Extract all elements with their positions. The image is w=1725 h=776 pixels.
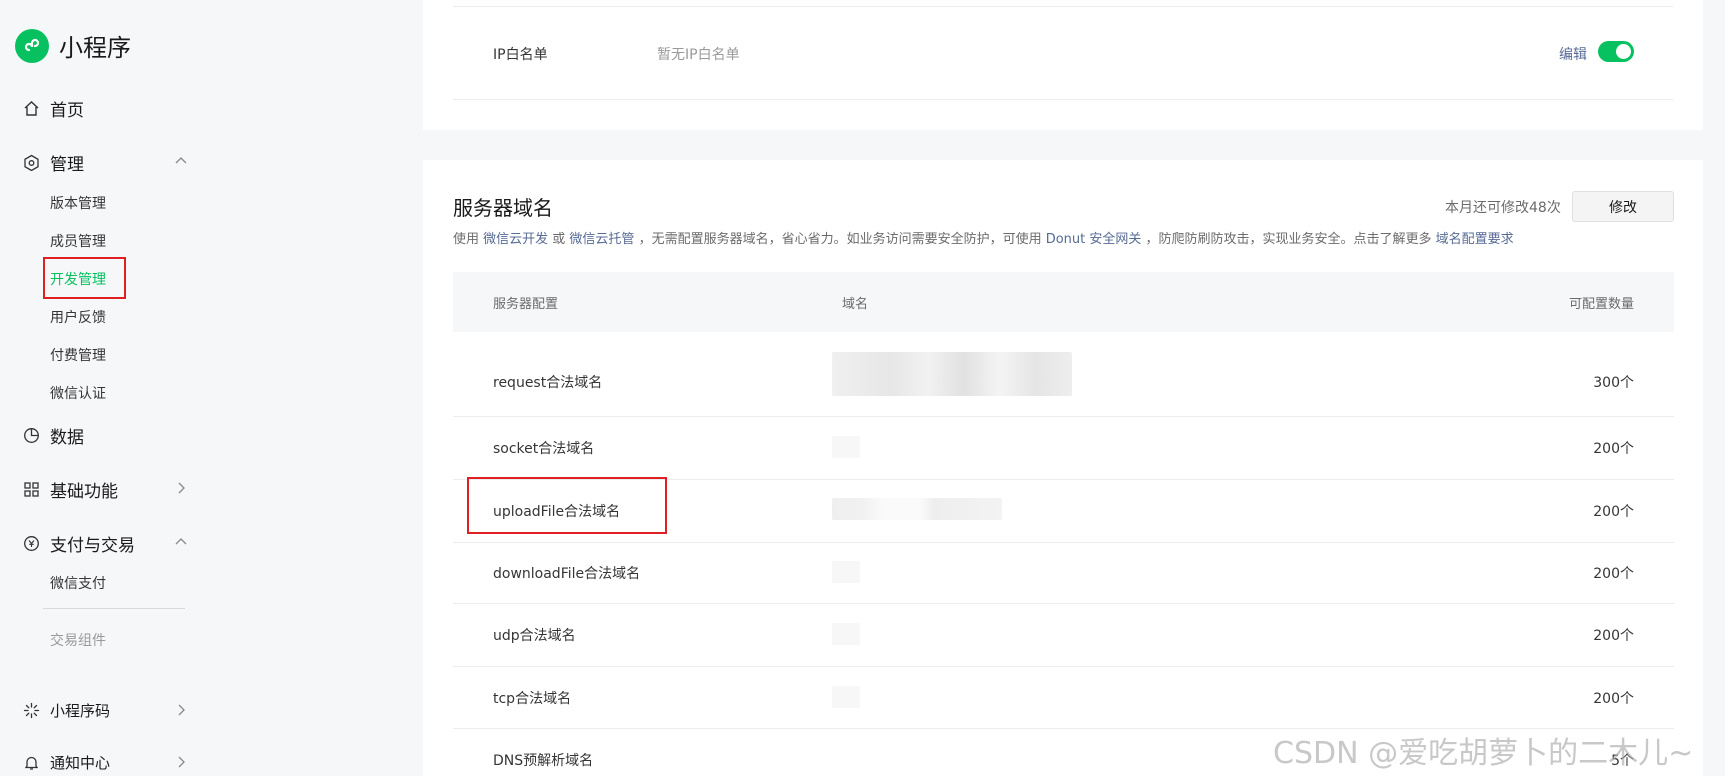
sidebar-item-members[interactable]: 成员管理: [50, 231, 106, 251]
sidebar-item-wechat-auth[interactable]: 微信认证: [50, 383, 106, 403]
sidebar-item-feedback[interactable]: 用户反馈: [50, 307, 106, 327]
row-divider: [453, 416, 1674, 417]
blurred-domain: [832, 352, 1072, 396]
ip-whitelist-value: 暂无IP白名单: [657, 47, 740, 63]
blurred-domain: [832, 561, 860, 583]
nav-notify[interactable]: 通知中心: [22, 752, 110, 773]
header-domain: 域名: [842, 297, 869, 312]
pie-chart-icon: [22, 427, 40, 445]
row-count: 200个: [1593, 628, 1634, 644]
app-title: 小程序: [59, 34, 131, 62]
nav-home[interactable]: 首页: [22, 96, 84, 121]
row-name: downloadFile合法域名: [493, 566, 641, 582]
row-name: udp合法域名: [493, 628, 576, 644]
row-name: request合法域名: [493, 375, 603, 391]
desc-text: ，无需配置服务器域名，省心省力。如业务访问需要安全防护，可使用: [634, 232, 1046, 247]
blurred-domain: [832, 623, 860, 645]
modify-button[interactable]: 修改: [1572, 191, 1674, 222]
sidebar-item-wechat-pay[interactable]: 微信支付: [50, 573, 106, 593]
desc-text: ，防爬防刷防攻击，实现业务安全。点击了解更多: [1141, 232, 1436, 247]
home-icon: [22, 100, 40, 118]
link-donut-gateway[interactable]: Donut 安全网关: [1046, 232, 1142, 247]
nav-data-label: 数据: [50, 428, 84, 448]
sidebar-item-payment[interactable]: 付费管理: [50, 345, 106, 365]
row-count: 200个: [1593, 441, 1634, 457]
divider: [453, 99, 1673, 100]
blurred-domain: [832, 498, 1002, 520]
nav-manage[interactable]: 管理: [22, 150, 84, 175]
row-divider: [453, 603, 1674, 604]
table-header: 服务器配置 域名 可配置数量: [453, 272, 1674, 332]
desc-text: 使用: [453, 232, 484, 247]
link-cloud-dev[interactable]: 微信云开发: [483, 232, 548, 247]
highlight-box-upload: [467, 477, 667, 534]
row-divider: [453, 542, 1674, 543]
blurred-domain: [832, 436, 860, 458]
remaining-count: 本月还可修改48次: [1445, 200, 1561, 216]
chevron-up-icon[interactable]: [172, 533, 190, 551]
watermark: CSDN @爱吃胡萝卜的二木儿~: [1273, 736, 1694, 771]
ip-whitelist-toggle[interactable]: [1598, 41, 1634, 62]
row-name: socket合法域名: [493, 441, 595, 457]
nav-manage-label: 管理: [50, 155, 84, 175]
highlight-box-dev: [43, 257, 126, 299]
nav-home-label: 首页: [50, 101, 84, 121]
nav-data[interactable]: 数据: [22, 423, 84, 448]
ip-whitelist-card: IP白名单 暂无IP白名单 编辑: [423, 0, 1703, 130]
app-logo[interactable]: 小程序: [15, 28, 131, 63]
link-cloud-hosting[interactable]: 微信云托管: [569, 232, 634, 247]
chevron-up-icon[interactable]: [172, 152, 190, 170]
blurred-domain: [832, 686, 860, 708]
bell-icon: [22, 754, 40, 772]
row-count: 200个: [1593, 504, 1634, 520]
nav-pay-label: 支付与交易: [50, 536, 135, 556]
row-name: tcp合法域名: [493, 691, 572, 707]
miniprogram-logo-icon: [15, 28, 49, 63]
sidebar-divider: [43, 608, 185, 609]
row-divider: [453, 666, 1674, 667]
sun-code-icon: [22, 702, 40, 720]
nav-pay[interactable]: 支付与交易: [22, 531, 135, 556]
nav-qrcode-label: 小程序码: [50, 702, 111, 720]
section-title: 服务器域名: [453, 196, 553, 220]
link-domain-requirements[interactable]: 域名配置要求: [1436, 232, 1514, 247]
sidebar-item-trade-component[interactable]: 交易组件: [50, 630, 106, 650]
row-name: DNS预解析域名: [493, 753, 594, 769]
nav-qrcode[interactable]: 小程序码: [22, 700, 110, 721]
header-count: 可配置数量: [1568, 297, 1634, 312]
nav-basic-label: 基础功能: [50, 482, 118, 502]
nav-notify-label: 通知中心: [50, 754, 111, 772]
server-domain-card: 服务器域名 本月还可修改48次 修改 使用 微信云开发 或 微信云托管 ，无需配…: [423, 160, 1703, 776]
grid-icon: [22, 481, 40, 499]
sidebar: 小程序 首页 管理 版本管理 成员管理 开发管理 用户反馈 付费管理 微信认证 …: [0, 0, 420, 776]
ip-whitelist-label: IP白名单: [493, 47, 548, 63]
row-count: 200个: [1593, 566, 1634, 582]
header-config: 服务器配置: [493, 297, 559, 312]
nav-basic[interactable]: 基础功能: [22, 477, 118, 502]
chevron-right-icon[interactable]: [172, 701, 190, 719]
divider: [453, 6, 1673, 7]
section-description: 使用 微信云开发 或 微信云托管 ，无需配置服务器域名，省心省力。如业务访问需要…: [453, 228, 1514, 247]
chevron-right-icon[interactable]: [172, 479, 190, 497]
yen-icon: [22, 535, 40, 553]
ip-whitelist-edit-link[interactable]: 编辑: [1559, 44, 1587, 64]
row-count: 200个: [1593, 691, 1634, 707]
row-count: 300个: [1593, 375, 1634, 391]
chevron-right-icon[interactable]: [172, 753, 190, 771]
manage-icon: [22, 154, 40, 172]
sidebar-item-version[interactable]: 版本管理: [50, 193, 106, 213]
desc-text: 或: [548, 232, 570, 247]
